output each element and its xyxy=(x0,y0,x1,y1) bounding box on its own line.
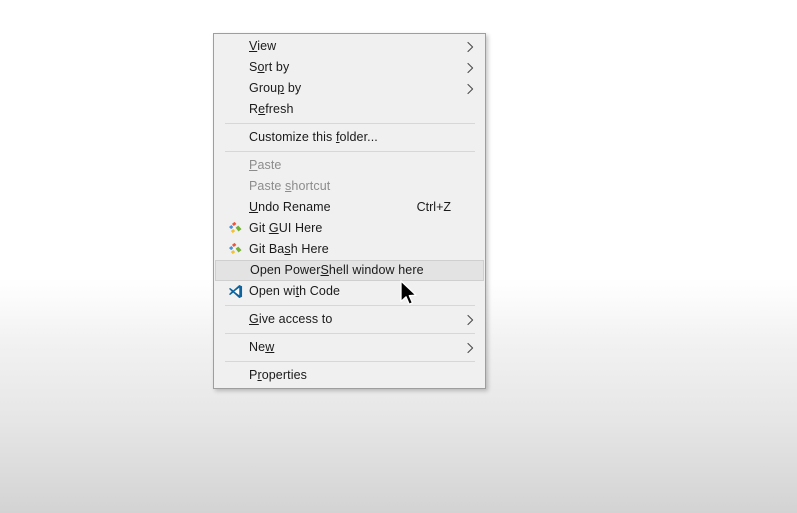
menu-item-label: View xyxy=(249,39,277,53)
menu-item-icon-placeholder xyxy=(224,311,246,328)
menu-item-icon-placeholder xyxy=(224,367,246,384)
menu-item-open-powershell-window-here[interactable]: Open PowerShell window here xyxy=(215,260,484,281)
menu-item-git-bash-here[interactable]: Git Bash Here xyxy=(215,239,484,260)
menu-item-label: Give access to xyxy=(249,312,333,326)
menu-item-icon-placeholder xyxy=(225,262,247,279)
menu-item-label: Open with Code xyxy=(249,284,341,298)
menu-item-icon-placeholder xyxy=(224,80,246,97)
menu-separator xyxy=(225,151,475,152)
menu-item-label: Sort by xyxy=(249,60,290,74)
menu-item-label: Git Bash Here xyxy=(249,242,329,256)
menu-item-icon-placeholder xyxy=(224,178,246,195)
menu-item-label: Undo Rename xyxy=(249,200,331,214)
menu-item-open-with-code[interactable]: Open with Code xyxy=(215,281,484,302)
menu-separator xyxy=(225,333,475,334)
menu-separator xyxy=(225,123,475,124)
menu-item-give-access-to[interactable]: Give access to xyxy=(215,309,484,330)
menu-item-customize-this-folder[interactable]: Customize this folder... xyxy=(215,127,484,148)
menu-item-label: New xyxy=(249,340,275,354)
menu-item-label: Open PowerShell window here xyxy=(250,263,424,277)
menu-item-label: Refresh xyxy=(249,102,294,116)
menu-item-git-gui-here[interactable]: Git GUI Here xyxy=(215,218,484,239)
menu-item-icon-placeholder xyxy=(224,101,246,118)
menu-item-icon-placeholder xyxy=(224,199,246,216)
menu-item-icon-placeholder xyxy=(224,38,246,55)
git-icon xyxy=(224,241,246,258)
menu-item-label: Properties xyxy=(249,368,307,382)
menu-item-icon-placeholder xyxy=(224,339,246,356)
context-menu: View Sort by Group by Refresh Customize this… xyxy=(213,33,486,389)
chevron-right-icon xyxy=(463,62,475,74)
git-icon xyxy=(224,220,246,237)
menu-item-paste-shortcut: Paste shortcut xyxy=(215,176,484,197)
menu-item-new[interactable]: New xyxy=(215,337,484,358)
menu-item-paste: Paste xyxy=(215,155,484,176)
menu-item-undo-rename[interactable]: Undo Rename Ctrl+Z xyxy=(215,197,484,218)
menu-item-icon-placeholder xyxy=(224,157,246,174)
chevron-right-icon xyxy=(463,314,475,326)
chevron-right-icon xyxy=(463,342,475,354)
menu-item-icon-placeholder xyxy=(224,59,246,76)
menu-item-group-by[interactable]: Group by xyxy=(215,78,484,99)
menu-separator xyxy=(225,305,475,306)
menu-item-label: Paste shortcut xyxy=(249,179,331,193)
chevron-right-icon xyxy=(463,41,475,53)
menu-item-icon-placeholder xyxy=(224,129,246,146)
menu-item-label: Customize this folder... xyxy=(249,130,378,144)
menu-item-sort-by[interactable]: Sort by xyxy=(215,57,484,78)
context-menu-list: View Sort by Group by Refresh Customize this… xyxy=(214,36,485,386)
menu-item-label: Group by xyxy=(249,81,302,95)
menu-item-shortcut: Ctrl+Z xyxy=(416,200,451,214)
chevron-right-icon xyxy=(463,83,475,95)
menu-separator xyxy=(225,361,475,362)
menu-item-label: Paste xyxy=(249,158,282,172)
menu-item-label: Git GUI Here xyxy=(249,221,323,235)
menu-item-properties[interactable]: Properties xyxy=(215,365,484,386)
vscode-icon xyxy=(224,283,246,300)
menu-item-view[interactable]: View xyxy=(215,36,484,57)
menu-item-refresh[interactable]: Refresh xyxy=(215,99,484,120)
